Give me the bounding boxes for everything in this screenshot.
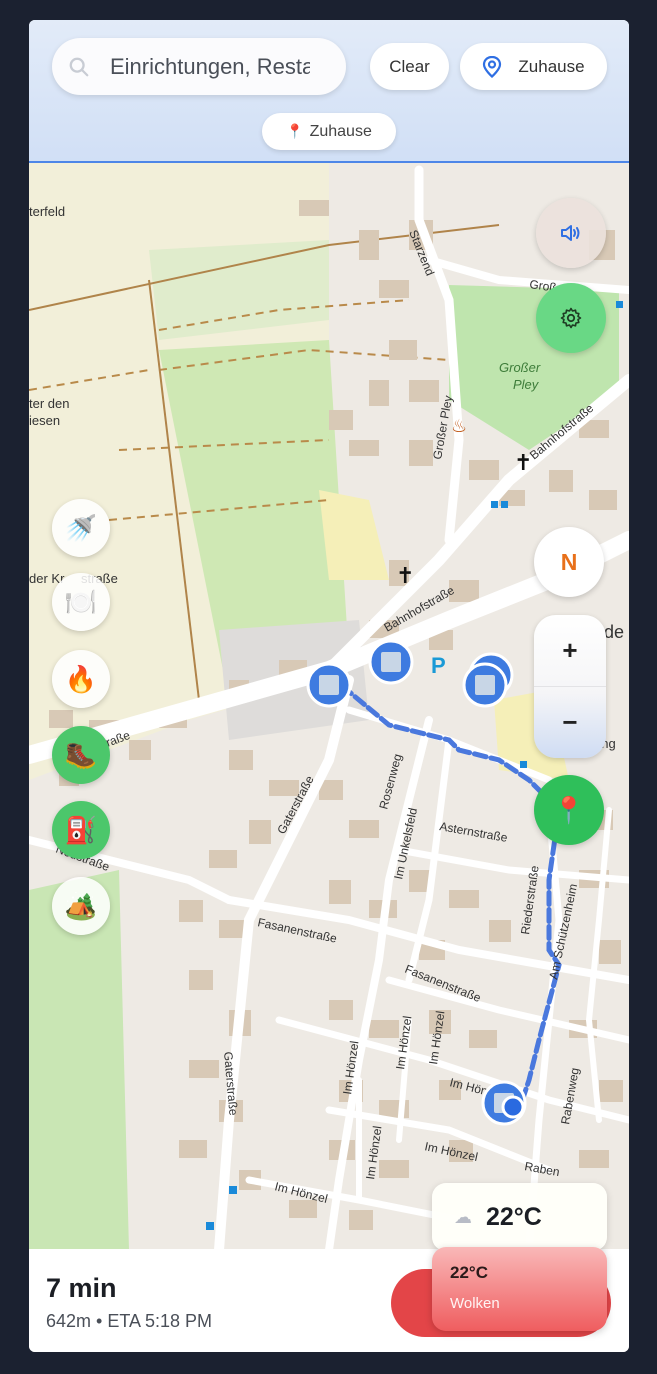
home-button[interactable]: Zuhause — [460, 43, 607, 90]
route-details: 642m • ETA 5:18 PM — [46, 1311, 213, 1331]
svg-text:✝: ✝ — [396, 563, 414, 588]
camping-icon: 🏕️ — [64, 890, 98, 921]
zoom-out-button[interactable]: − — [534, 687, 606, 758]
category-shower-button[interactable]: 🚿 — [52, 499, 110, 557]
category-camping-button[interactable]: 🏕️ — [52, 877, 110, 935]
category-restaurant-button[interactable]: 🍽️ — [52, 573, 110, 631]
red-pushpin-icon: 📍 — [286, 123, 304, 139]
destination-chip[interactable]: 📍 Zuhause — [262, 113, 396, 150]
area-label: ter den — [29, 396, 69, 411]
cloud-icon: ☁ — [454, 1206, 472, 1227]
settings-button[interactable] — [536, 283, 606, 353]
shower-icon: 🚿 — [64, 512, 98, 543]
zoom-control: + − — [534, 615, 606, 758]
route-duration: 7 min — [46, 1273, 117, 1303]
svg-text:♨: ♨ — [451, 416, 467, 436]
fuel-pump-icon: ⛽ — [64, 814, 98, 845]
category-fuel-button[interactable]: ⛽ — [52, 801, 110, 859]
poi-building-marker[interactable] — [306, 662, 352, 708]
home-label: Zuhause — [518, 56, 585, 76]
app-screen: Großer Pley ✝ ✝ P ♨ Starzend Großer Bahn… — [29, 20, 629, 1352]
category-fire-button[interactable]: 🔥 — [52, 650, 110, 708]
destination-chip-label: Zuhause — [309, 122, 372, 140]
map-label: Großer — [499, 360, 541, 375]
speaker-icon — [561, 225, 580, 241]
map-label: Pley — [513, 377, 540, 392]
weather-widget[interactable]: ☁ 22°C — [432, 1183, 607, 1251]
minus-icon: − — [562, 707, 578, 737]
fire-icon: 🔥 — [64, 663, 98, 694]
poi-building-marker[interactable] — [368, 639, 414, 685]
top-search-bar: Clear Zuhause 📍 Zuhause — [29, 20, 629, 163]
category-hiking-button[interactable]: 🥾 — [52, 726, 110, 784]
weather-condition: Wolken — [450, 1295, 500, 1312]
clear-button[interactable]: Clear — [370, 43, 449, 90]
location-pin-icon: 📍 — [552, 794, 586, 825]
search-icon — [69, 57, 89, 76]
current-location-dot — [501, 1095, 525, 1119]
weather-detail-temperature: 22°C — [450, 1263, 488, 1282]
search-box[interactable] — [52, 38, 346, 95]
area-label: terfeld — [29, 204, 65, 219]
gear-icon — [560, 307, 582, 329]
sound-button[interactable] — [536, 198, 606, 268]
compass-button[interactable]: N — [534, 527, 604, 597]
restaurant-icon: 🍽️ — [64, 586, 98, 617]
plus-icon: + — [562, 635, 578, 665]
weather-temperature: 22°C — [486, 1202, 542, 1231]
compass-label: N — [560, 548, 578, 575]
weather-detail-card[interactable]: 22°C Wolken — [432, 1247, 607, 1331]
clear-label: Clear — [389, 56, 430, 76]
area-label: iesen — [29, 413, 60, 428]
parking-label: P — [431, 653, 446, 678]
location-pin-outline-icon — [483, 55, 502, 78]
area-label: de — [604, 622, 624, 642]
zoom-in-button[interactable]: + — [534, 615, 606, 686]
destination-button[interactable]: 📍 — [534, 775, 604, 845]
hiking-boot-icon: 🥾 — [64, 739, 98, 770]
search-input[interactable] — [110, 53, 310, 80]
